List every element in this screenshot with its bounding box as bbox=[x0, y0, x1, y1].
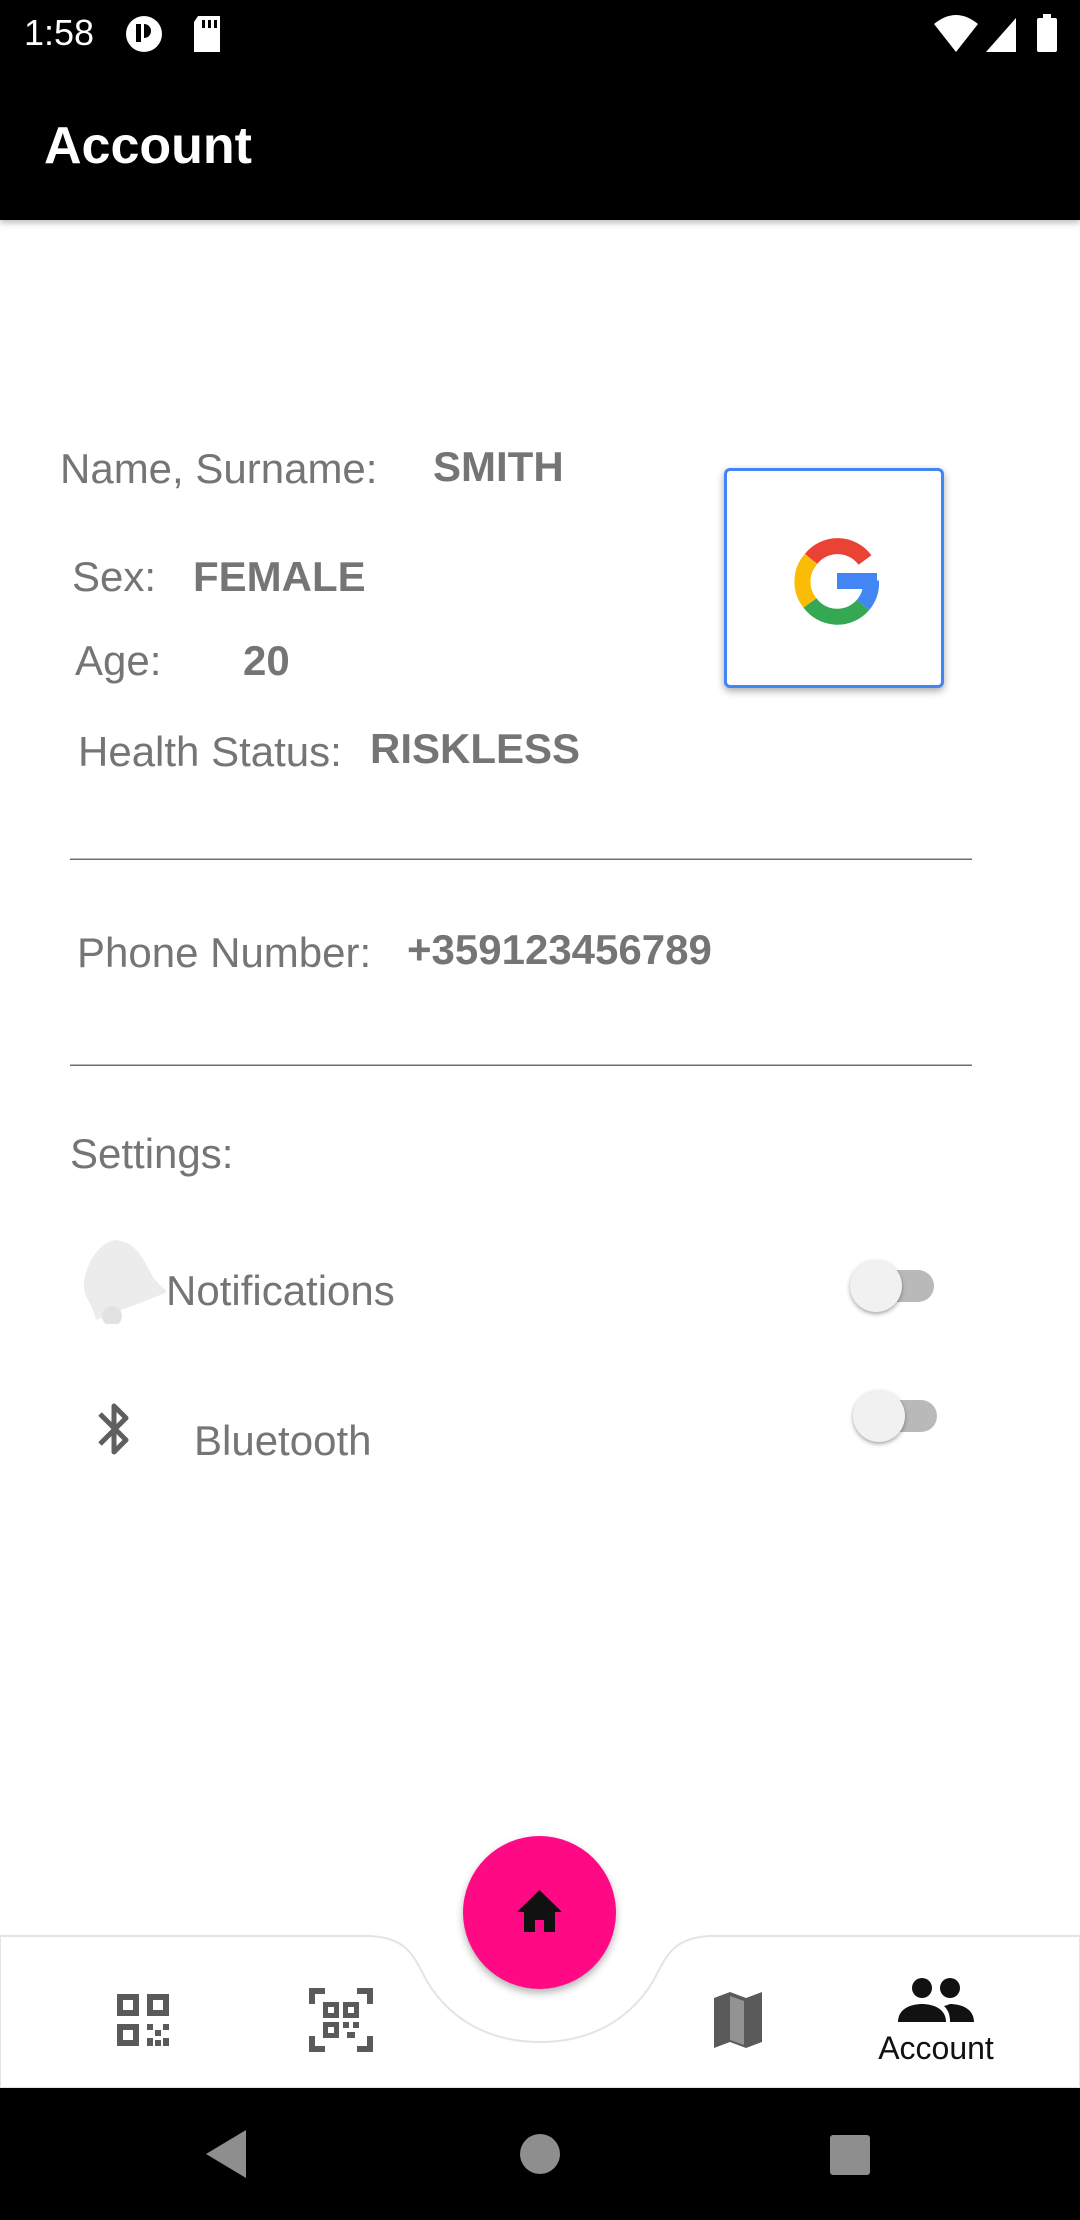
map-icon bbox=[714, 1992, 762, 2048]
settings-item-bluetooth[interactable]: Bluetooth bbox=[60, 1370, 960, 1480]
home-fab[interactable] bbox=[463, 1836, 616, 1989]
divider: ________________________________________… bbox=[70, 1026, 972, 1066]
home-circle-icon[interactable] bbox=[519, 2133, 561, 2175]
name-value: SMITH bbox=[433, 443, 564, 490]
battery-icon bbox=[1037, 14, 1057, 52]
divider: ________________________________________… bbox=[70, 820, 972, 860]
back-icon[interactable] bbox=[204, 2128, 248, 2180]
cell-signal-icon bbox=[986, 18, 1016, 52]
notifications-toggle[interactable] bbox=[850, 1258, 940, 1312]
age-value: 20 bbox=[243, 637, 290, 684]
qr-scan-icon bbox=[309, 1988, 373, 2052]
google-sign-in-button[interactable] bbox=[724, 468, 944, 688]
google-logo-icon bbox=[794, 538, 880, 625]
sex-value: FEMALE bbox=[193, 553, 366, 600]
people-icon bbox=[898, 1978, 974, 2022]
bell-icon bbox=[83, 1240, 166, 1324]
status-bar: 1:58 bbox=[0, 0, 1080, 66]
settings-item-notifications[interactable]: Notifications bbox=[60, 1220, 960, 1330]
health-status-value: RISKLESS bbox=[370, 725, 581, 772]
nav-qr-scan[interactable] bbox=[291, 1970, 391, 2070]
system-navigation-bar bbox=[0, 2088, 1080, 2220]
qr-code-icon bbox=[117, 1994, 169, 2046]
phone-value: +359123456789 bbox=[407, 926, 712, 973]
settings-item-label: Notifications bbox=[166, 1267, 395, 1314]
wifi-icon bbox=[934, 15, 978, 52]
home-icon bbox=[517, 1890, 562, 1932]
sex-label: Sex: bbox=[72, 553, 157, 600]
name-label: Name, Surname: bbox=[60, 445, 378, 492]
app-notification-icon bbox=[126, 16, 162, 52]
nav-account-label: Account bbox=[878, 2030, 994, 2066]
settings-title: Settings: bbox=[70, 1130, 234, 1177]
bluetooth-icon bbox=[98, 1403, 129, 1455]
health-status-label: Health Status: bbox=[78, 728, 342, 775]
page-title: Account bbox=[44, 117, 252, 175]
recents-icon[interactable] bbox=[829, 2134, 871, 2176]
status-time: 1:58 bbox=[24, 12, 95, 53]
phone-label: Phone Number: bbox=[77, 929, 372, 976]
bluetooth-toggle[interactable] bbox=[853, 1388, 943, 1442]
app-bar: Account bbox=[0, 66, 1080, 220]
settings-item-label: Bluetooth bbox=[194, 1417, 372, 1464]
nav-map[interactable] bbox=[688, 1970, 788, 2070]
sd-card-icon bbox=[194, 16, 220, 52]
age-label: Age: bbox=[75, 637, 162, 684]
nav-qr-code[interactable] bbox=[93, 1970, 193, 2070]
